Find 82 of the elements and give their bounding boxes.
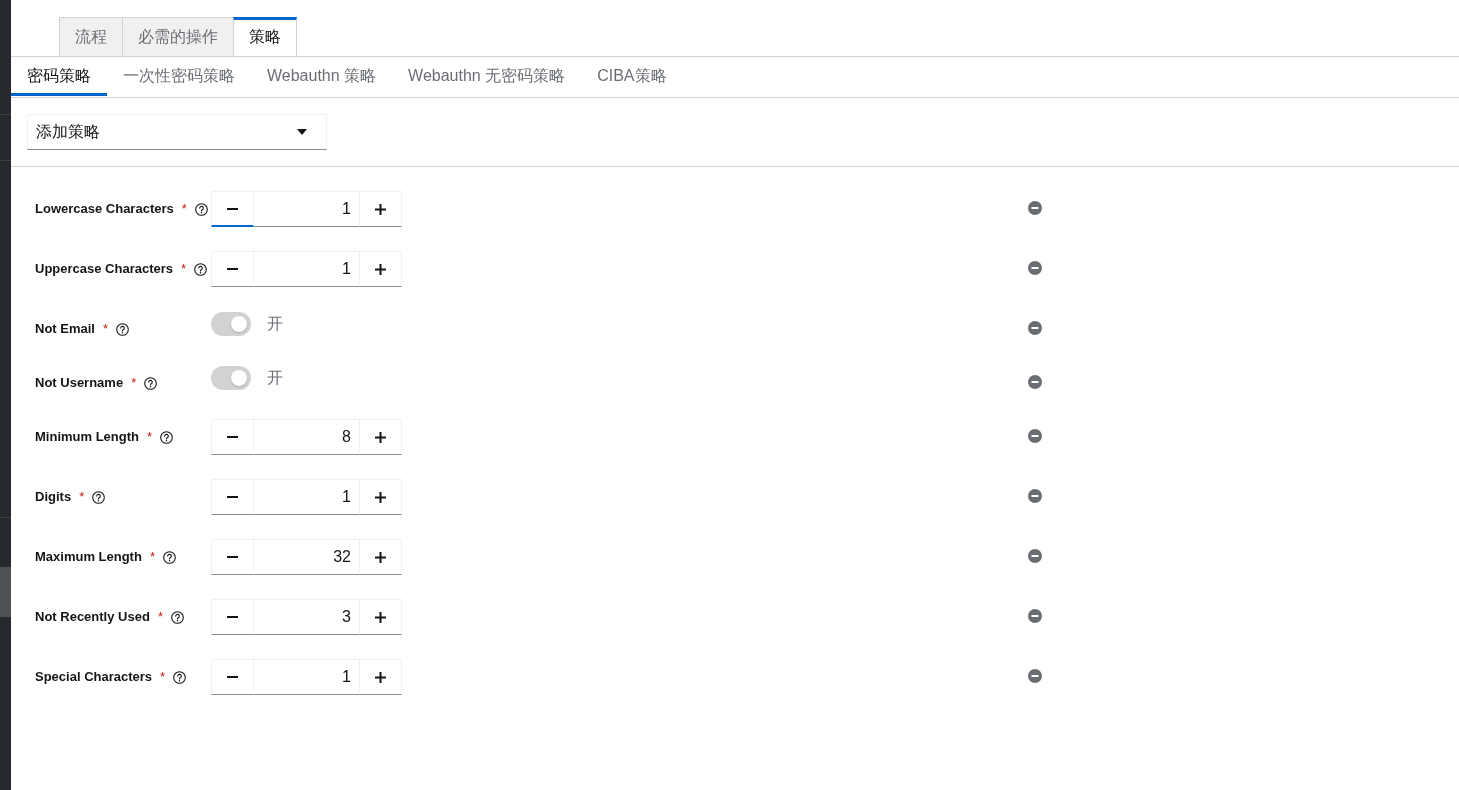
help-icon[interactable] [92, 490, 106, 504]
plus-icon [375, 263, 386, 275]
decrement-button[interactable] [211, 599, 254, 635]
minus-circle-icon[interactable] [1028, 489, 1042, 503]
required-asterisk: * [160, 668, 166, 686]
required-asterisk: * [147, 428, 153, 446]
caret-icon [297, 129, 307, 135]
required-asterisk: * [79, 488, 85, 506]
switch-label: 开 [267, 367, 283, 388]
minus-circle-icon[interactable] [1028, 201, 1042, 215]
decrement-button[interactable] [211, 659, 254, 695]
required-asterisk: * [131, 374, 137, 392]
number-input[interactable]: 8 [254, 419, 359, 455]
minus-circle-icon[interactable] [1028, 669, 1042, 683]
field-label: Not Username [35, 374, 124, 392]
minus-circle-icon[interactable] [1028, 321, 1042, 335]
plus-icon [375, 203, 386, 215]
help-icon[interactable] [144, 376, 158, 390]
field-label: Digits [35, 488, 72, 506]
tab[interactable]: 密码策略 [11, 57, 107, 96]
required-asterisk: * [181, 200, 187, 218]
minus-icon [227, 207, 238, 210]
required-asterisk: * [181, 260, 187, 278]
tab[interactable]: 必需的操作 [122, 17, 234, 56]
minus-circle-icon[interactable] [1028, 375, 1042, 389]
field-label: Uppercase Characters [35, 260, 174, 278]
minus-circle-icon[interactable] [1028, 429, 1042, 443]
increment-button[interactable] [359, 251, 402, 287]
increment-button[interactable] [359, 599, 402, 635]
switch-label: 开 [267, 313, 283, 334]
tab[interactable]: Webauthn 无密码策略 [392, 57, 582, 96]
field-label: Minimum Length [35, 428, 139, 446]
number-input[interactable]: 1 [254, 659, 359, 695]
increment-button[interactable] [359, 191, 402, 227]
field-label: Not Email [35, 320, 95, 338]
plus-icon [375, 671, 386, 683]
increment-button[interactable] [359, 539, 402, 575]
minus-icon [227, 556, 238, 558]
increment-button[interactable] [359, 659, 402, 695]
decrement-button[interactable] [211, 191, 254, 227]
decrement-button[interactable] [211, 419, 254, 455]
number-input[interactable]: 1 [254, 479, 359, 515]
tab[interactable]: 策略 [233, 17, 297, 56]
minus-icon [227, 676, 238, 678]
tab[interactable]: Webauthn 策略 [251, 57, 393, 96]
help-icon[interactable] [194, 202, 208, 216]
increment-button[interactable] [359, 479, 402, 515]
plus-icon [375, 431, 386, 443]
minus-icon [227, 496, 238, 498]
minus-icon [227, 268, 238, 270]
tab[interactable]: CIBA策略 [581, 57, 683, 96]
increment-button[interactable] [359, 419, 402, 455]
help-icon[interactable] [162, 550, 176, 564]
number-input[interactable]: 3 [254, 599, 359, 635]
field-label: Not Recently Used [35, 608, 150, 626]
number-input[interactable]: 1 [254, 251, 359, 287]
field-label: Lowercase Characters [35, 200, 174, 218]
help-icon[interactable] [116, 322, 130, 336]
minus-icon [227, 616, 238, 618]
minus-circle-icon[interactable] [1028, 549, 1042, 563]
decrement-button[interactable] [211, 479, 254, 515]
required-asterisk: * [149, 548, 155, 566]
number-input[interactable]: 1 [254, 191, 359, 227]
field-label: Maximum Length [35, 548, 142, 566]
help-icon[interactable] [160, 430, 174, 444]
help-icon[interactable] [194, 262, 208, 276]
tab[interactable]: 流程 [59, 17, 123, 56]
required-asterisk: * [157, 608, 163, 626]
plus-icon [375, 611, 386, 623]
minus-circle-icon[interactable] [1028, 261, 1042, 275]
help-icon[interactable] [173, 670, 187, 684]
minus-icon [227, 436, 238, 438]
field-label: Special Characters [35, 668, 153, 686]
plus-icon [375, 491, 386, 503]
required-asterisk: * [102, 320, 109, 338]
add-policy-dropdown[interactable]: 添加策略 [27, 114, 327, 150]
tab[interactable]: 一次性密码策略 [107, 57, 251, 96]
decrement-button[interactable] [211, 539, 254, 575]
help-icon[interactable] [170, 610, 184, 624]
plus-icon [375, 551, 386, 563]
minus-circle-icon[interactable] [1028, 609, 1042, 623]
number-input[interactable]: 32 [254, 539, 359, 575]
